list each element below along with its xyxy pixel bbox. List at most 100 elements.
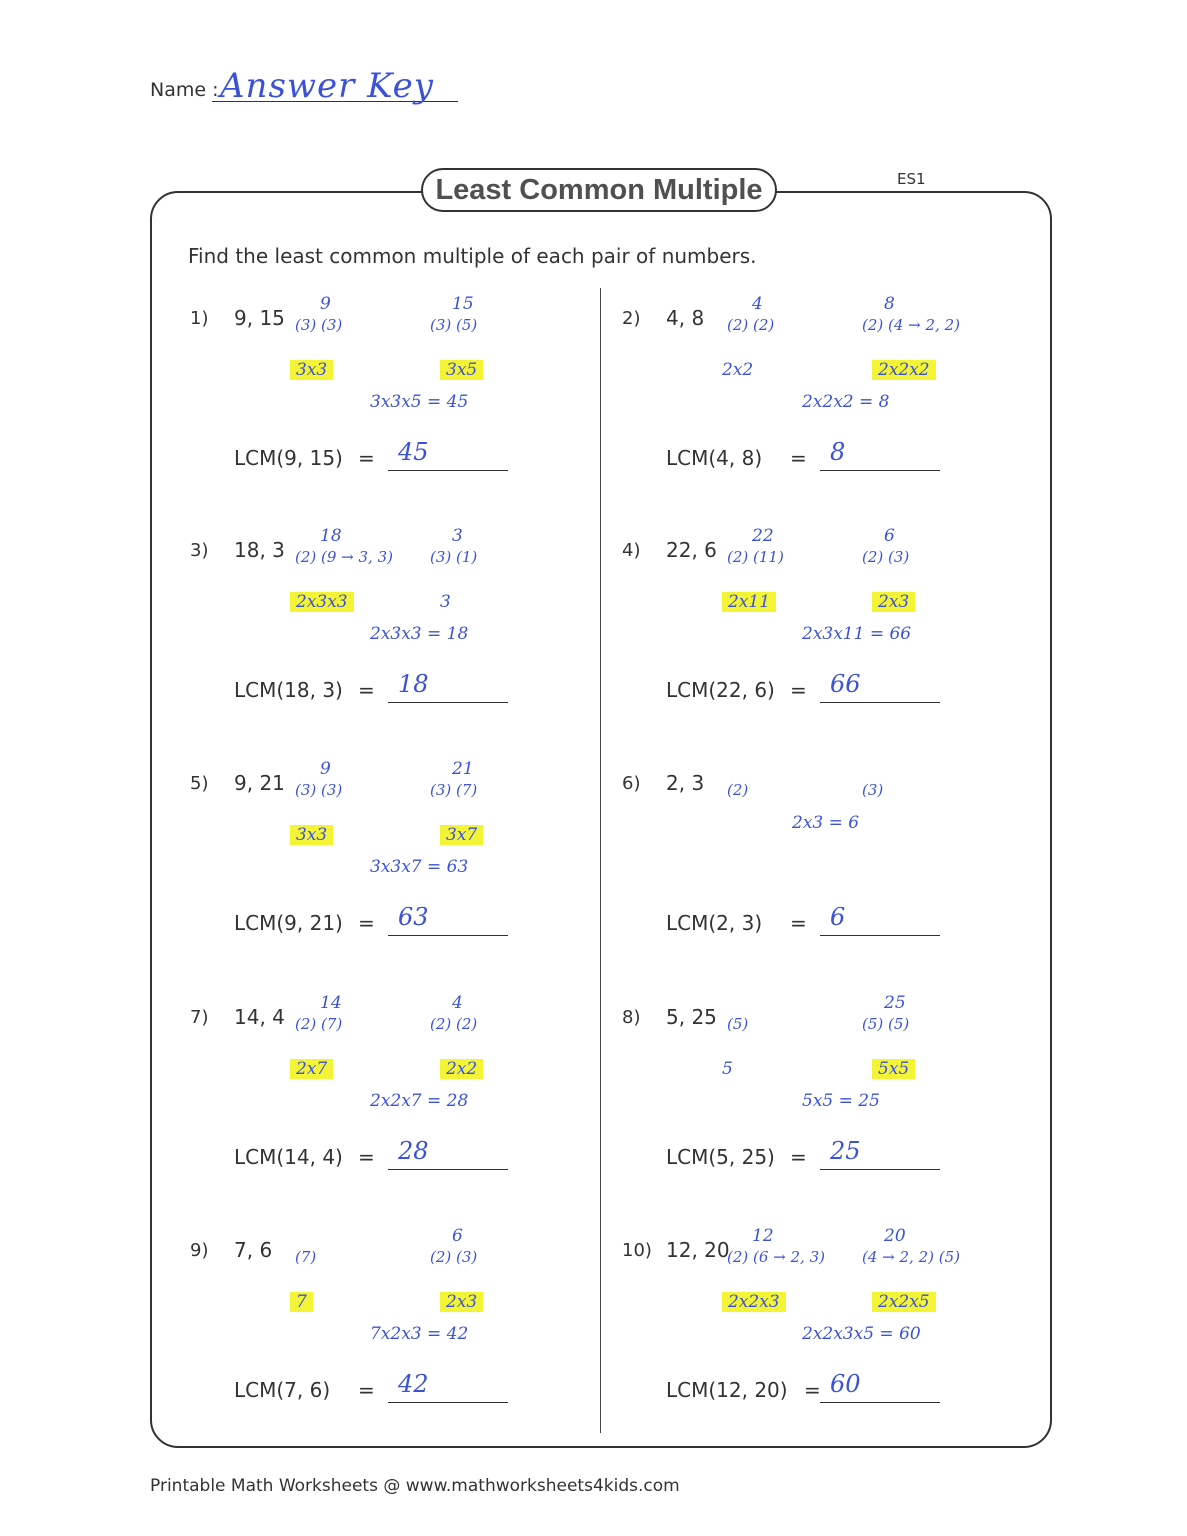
work-equation: 2x2x7 = 28: [370, 1091, 469, 1111]
equals-sign: =: [790, 911, 807, 935]
answer-value: 28: [398, 1137, 429, 1165]
answer-value: 18: [398, 670, 429, 698]
problem: 10) 12, 20 12 (2) (6 → 2, 3) 20 (4 → 2, …: [622, 1226, 1002, 1440]
work-equation: 2x2x2 = 8: [802, 392, 890, 412]
equals-sign: =: [790, 678, 807, 702]
answer-field[interactable]: 42: [388, 1370, 508, 1403]
work-equation: 7x2x3 = 42: [370, 1324, 469, 1344]
name-label: Name :: [150, 79, 219, 101]
factor-tree-root-a: 9: [320, 294, 331, 314]
prime-product-b: 3: [440, 592, 451, 612]
factor-tree-leaves-a: (2) (6 → 2, 3): [727, 1248, 825, 1266]
factor-tree-leaves-b: (2) (3): [862, 548, 910, 566]
prime-product-b: 3x5: [440, 360, 484, 380]
answer-field[interactable]: 8: [820, 438, 940, 471]
factor-tree-root-a: 14: [320, 993, 342, 1013]
number-pair: 4, 8: [666, 306, 705, 330]
answer-value: 45: [398, 438, 429, 466]
factor-tree-root-b: 6: [884, 526, 895, 546]
factor-tree-root-b: 15: [452, 294, 474, 314]
lcm-label: LCM(18, 3): [234, 678, 343, 702]
answer-field[interactable]: 63: [388, 903, 508, 936]
prime-product-a: 3x3: [290, 825, 334, 845]
lcm-label: LCM(14, 4): [234, 1145, 343, 1169]
prime-product-b: 2x3: [440, 1292, 484, 1312]
factor-tree-leaves-a: (7): [295, 1248, 317, 1266]
answer-value: 66: [830, 670, 861, 698]
name-value: Answer Key: [220, 66, 434, 106]
answer-value: 60: [830, 1370, 861, 1398]
factor-tree-root-a: 4: [752, 294, 763, 314]
answer-field[interactable]: 66: [820, 670, 940, 703]
lcm-label: LCM(12, 20): [666, 1378, 788, 1402]
prime-product-b: 2x2x5: [872, 1292, 936, 1312]
factor-tree-root-a: 9: [320, 759, 331, 779]
answer-value: 63: [398, 903, 429, 931]
equals-sign: =: [358, 1378, 375, 1402]
factor-tree-leaves-a: (3) (3): [295, 781, 343, 799]
title-banner: Least Common Multiple: [421, 168, 777, 212]
problem: 4) 22, 6 22 (2) (11) 6 (2) (3) 2x11 2x3 …: [622, 526, 1002, 740]
problem-number: 4): [622, 540, 641, 561]
answer-field[interactable]: 18: [388, 670, 508, 703]
factor-tree-root-b: 3: [452, 526, 463, 546]
equals-sign: =: [804, 1378, 821, 1402]
prime-product-a: 3x3: [290, 360, 334, 380]
prime-product-b: 5x5: [872, 1059, 916, 1079]
factor-tree-root-a: 18: [320, 526, 342, 546]
factor-tree-leaves-b: (2) (3): [430, 1248, 478, 1266]
equals-sign: =: [790, 1145, 807, 1169]
problem-number: 2): [622, 308, 641, 329]
problem: 2) 4, 8 4 (2) (2) 8 (2) (4 → 2, 2) 2x2 2…: [622, 294, 1002, 508]
work-equation: 2x3x11 = 66: [802, 624, 912, 644]
prime-product-a: 2x7: [290, 1059, 334, 1079]
prime-product-b: 3x7: [440, 825, 484, 845]
answer-value: 8: [830, 438, 846, 466]
equals-sign: =: [358, 446, 375, 470]
problem: 9) 7, 6 (7) 6 (2) (3) 7 2x3 7x2x3 = 42 L…: [190, 1226, 570, 1440]
prime-product-a: 2x11: [722, 592, 777, 612]
column-divider: [600, 288, 601, 1433]
lcm-label: LCM(7, 6): [234, 1378, 331, 1402]
lcm-label: LCM(22, 6): [666, 678, 775, 702]
factor-tree-leaves-b: (4 → 2, 2) (5): [862, 1248, 960, 1266]
equals-sign: =: [358, 678, 375, 702]
problem-number: 5): [190, 773, 209, 794]
factor-tree-root-b: 6: [452, 1226, 463, 1246]
lcm-label: LCM(5, 25): [666, 1145, 775, 1169]
number-pair: 2, 3: [666, 771, 705, 795]
answer-value: 6: [830, 903, 846, 931]
problem: 5) 9, 21 9 (3) (3) 21 (3) (7) 3x3 3x7 3x…: [190, 759, 570, 973]
answer-field[interactable]: 25: [820, 1137, 940, 1170]
factor-tree-leaves-a: (2) (2): [727, 316, 775, 334]
problem-number: 3): [190, 540, 209, 561]
prime-product-b: 2x3: [872, 592, 916, 612]
equals-sign: =: [358, 1145, 375, 1169]
lcm-label: LCM(2, 3): [666, 911, 763, 935]
prime-product-a: 7: [290, 1292, 313, 1312]
number-pair: 18, 3: [234, 538, 285, 562]
answer-value: 25: [830, 1137, 861, 1165]
answer-field[interactable]: 28: [388, 1137, 508, 1170]
answer-field[interactable]: 60: [820, 1370, 940, 1403]
lcm-label: LCM(9, 15): [234, 446, 343, 470]
factor-tree-leaves-a: (2): [727, 781, 749, 799]
page-title: Least Common Multiple: [435, 173, 763, 206]
number-pair: 22, 6: [666, 538, 717, 562]
number-pair: 14, 4: [234, 1005, 285, 1029]
number-pair: 9, 21: [234, 771, 285, 795]
work-equation: 2x3 = 6: [792, 813, 860, 833]
factor-tree-leaves-b: (2) (2): [430, 1015, 478, 1033]
answer-field[interactable]: 6: [820, 903, 940, 936]
work-equation: 5x5 = 25: [802, 1091, 880, 1111]
number-pair: 9, 15: [234, 306, 285, 330]
work-equation: 2x2x3x5 = 60: [802, 1324, 921, 1344]
prime-product-b: 2x2: [440, 1059, 484, 1079]
factor-tree-root-b: 25: [884, 993, 906, 1013]
answer-field[interactable]: 45: [388, 438, 508, 471]
factor-tree-leaves-a: (2) (11): [727, 548, 784, 566]
problem: 6) 2, 3 (2) (3) 2x3 = 6 LCM(2, 3) = 6: [622, 771, 1002, 973]
number-pair: 5, 25: [666, 1005, 717, 1029]
prime-product-a: 2x3x3: [290, 592, 354, 612]
problem-number: 8): [622, 1007, 641, 1028]
